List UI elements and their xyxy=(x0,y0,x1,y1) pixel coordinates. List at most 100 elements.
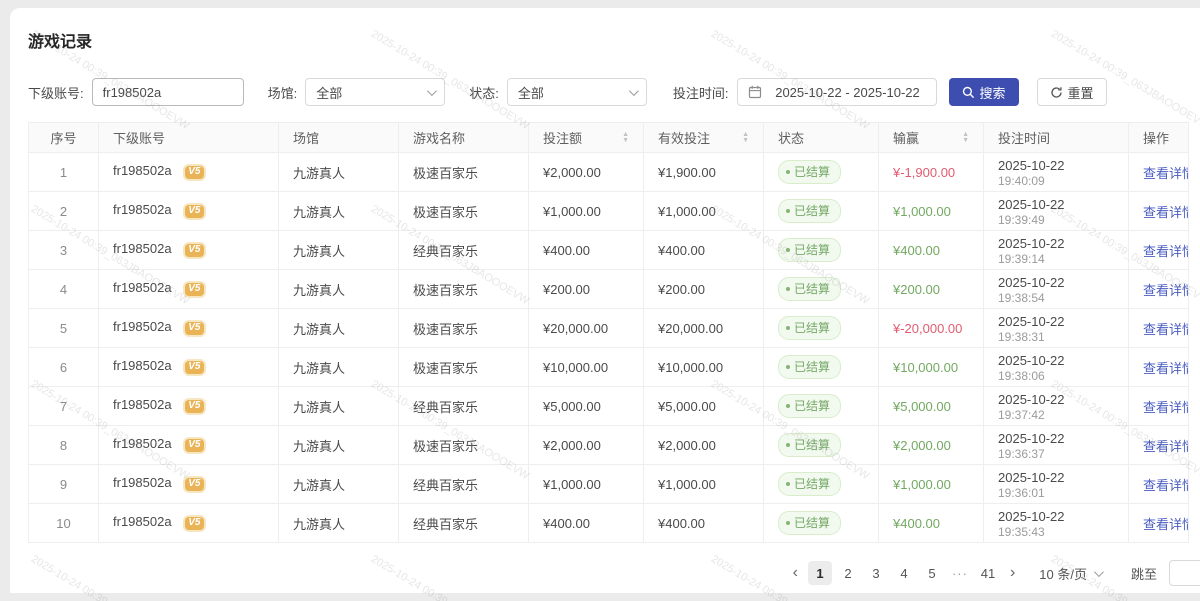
status-badge: 已结算 xyxy=(778,355,841,379)
row-index: 2 xyxy=(29,192,99,231)
vip-badge: V5 xyxy=(183,281,206,298)
row-index: 7 xyxy=(29,387,99,426)
view-details-link[interactable]: 查看详情 xyxy=(1143,517,1189,532)
status-cell: 已结算 xyxy=(764,465,879,504)
page-button[interactable]: 2 xyxy=(836,561,860,585)
search-icon xyxy=(962,86,975,99)
page-button[interactable]: 3 xyxy=(864,561,888,585)
view-details-link[interactable]: 查看详情 xyxy=(1143,166,1189,181)
status-dot-icon xyxy=(786,170,790,174)
view-details-link[interactable]: 查看详情 xyxy=(1143,283,1189,298)
status-badge: 已结算 xyxy=(778,472,841,496)
action-cell: 查看详情 xyxy=(1129,231,1189,270)
bet-time-cell: 2025-10-22 19:38:54 xyxy=(984,270,1129,309)
date-range-picker[interactable]: 2025-10-22 - 2025-10-22 xyxy=(737,78,937,106)
winloss-value: ¥1,000.00 xyxy=(893,477,951,492)
status-label: 已结算 xyxy=(794,241,830,258)
header-account: 下级账号 xyxy=(99,123,279,153)
bet-time-cell: 2025-10-22 19:40:09 xyxy=(984,153,1129,192)
game-name-cell: 经典百家乐 xyxy=(399,504,529,543)
sort-icon[interactable]: ▲▼ xyxy=(622,132,629,144)
header-game-name: 游戏名称 xyxy=(399,123,529,153)
row-index: 3 xyxy=(29,231,99,270)
row-index: 6 xyxy=(29,348,99,387)
page-size-select[interactable]: 10 条/页 xyxy=(1039,564,1101,583)
page-button[interactable]: 5 xyxy=(920,561,944,585)
bet-time-cell: 2025-10-22 19:38:31 xyxy=(984,309,1129,348)
game-name-cell: 经典百家乐 xyxy=(399,231,529,270)
account-cell: fr198502a V5 xyxy=(99,270,279,309)
account-name: fr198502a xyxy=(113,163,172,178)
view-details-link[interactable]: 查看详情 xyxy=(1143,244,1189,259)
status-dot-icon xyxy=(786,248,790,252)
venue-cell: 九游真人 xyxy=(279,231,399,270)
view-details-link[interactable]: 查看详情 xyxy=(1143,322,1189,337)
table-row: 10 fr198502a V5 九游真人 经典百家乐 ¥400.00 ¥400.… xyxy=(29,504,1189,543)
valid-bet-cell: ¥1,000.00 xyxy=(644,192,764,231)
account-name: fr198502a xyxy=(113,475,172,490)
bet-time: 19:38:31 xyxy=(998,330,1114,344)
account-name: fr198502a xyxy=(113,514,172,529)
account-input[interactable] xyxy=(92,78,244,106)
valid-bet-cell: ¥400.00 xyxy=(644,504,764,543)
reset-button[interactable]: 重置 xyxy=(1037,78,1107,106)
status-label: 已结算 xyxy=(794,358,830,375)
filter-bar: 下级账号: 场馆: 全部 状态: 全部 投注时间: 2025-10-22 - 2… xyxy=(28,78,1190,106)
account-name: fr198502a xyxy=(113,358,172,373)
page-button[interactable]: 4 xyxy=(892,561,916,585)
table-row: 5 fr198502a V5 九游真人 极速百家乐 ¥20,000.00 ¥20… xyxy=(29,309,1189,348)
status-badge: 已结算 xyxy=(778,316,841,340)
bet-amount-cell: ¥1,000.00 xyxy=(529,192,644,231)
page-list: 12345···41 xyxy=(806,561,1002,585)
status-badge: 已结算 xyxy=(778,238,841,262)
sort-icon[interactable]: ▲▼ xyxy=(742,132,749,144)
status-select[interactable]: 全部 xyxy=(507,78,647,106)
records-table: 序号 下级账号 场馆 游戏名称 投注额 ▲▼ 有效投注 ▲▼ 状态 xyxy=(28,122,1189,543)
sort-icon[interactable]: ▲▼ xyxy=(962,132,969,144)
bet-date: 2025-10-22 xyxy=(998,158,1114,174)
status-label: 已结算 xyxy=(794,202,830,219)
view-details-link[interactable]: 查看详情 xyxy=(1143,205,1189,220)
status-dot-icon xyxy=(786,326,790,330)
winloss-cell: ¥1,000.00 xyxy=(879,192,984,231)
winloss-value: ¥2,000.00 xyxy=(893,438,951,453)
table-row: 1 fr198502a V5 九游真人 极速百家乐 ¥2,000.00 ¥1,9… xyxy=(29,153,1189,192)
valid-bet-cell: ¥1,000.00 xyxy=(644,465,764,504)
bet-date: 2025-10-22 xyxy=(998,236,1114,252)
reset-button-label: 重置 xyxy=(1068,83,1094,102)
bet-amount-cell: ¥2,000.00 xyxy=(529,153,644,192)
vip-badge: V5 xyxy=(183,476,206,493)
status-dot-icon xyxy=(786,482,790,486)
venue-select[interactable]: 全部 xyxy=(305,78,445,106)
jump-to-input[interactable] xyxy=(1169,560,1200,586)
page-button[interactable]: 41 xyxy=(976,561,1000,585)
action-cell: 查看详情 xyxy=(1129,504,1189,543)
view-details-link[interactable]: 查看详情 xyxy=(1143,478,1189,493)
page-size-value: 10 条/页 xyxy=(1039,564,1087,583)
status-cell: 已结算 xyxy=(764,426,879,465)
table-row: 7 fr198502a V5 九游真人 经典百家乐 ¥5,000.00 ¥5,0… xyxy=(29,387,1189,426)
search-button[interactable]: 搜索 xyxy=(949,78,1019,106)
bet-time: 19:38:06 xyxy=(998,369,1114,383)
winloss-cell: ¥-1,900.00 xyxy=(879,153,984,192)
game-name-cell: 极速百家乐 xyxy=(399,153,529,192)
view-details-link[interactable]: 查看详情 xyxy=(1143,361,1189,376)
next-page-button[interactable]: › xyxy=(1004,564,1021,582)
view-details-link[interactable]: 查看详情 xyxy=(1143,439,1189,454)
account-name: fr198502a xyxy=(113,202,172,217)
status-label: 状态: xyxy=(469,83,499,102)
action-cell: 查看详情 xyxy=(1129,270,1189,309)
row-index: 4 xyxy=(29,270,99,309)
status-select-value: 全部 xyxy=(518,83,544,102)
venue-cell: 九游真人 xyxy=(279,504,399,543)
prev-page-button[interactable]: ‹ xyxy=(787,564,804,582)
page-button[interactable]: 1 xyxy=(808,561,832,585)
winloss-cell: ¥400.00 xyxy=(879,504,984,543)
bet-time-label: 投注时间: xyxy=(673,83,729,102)
status-label: 已结算 xyxy=(794,397,830,414)
account-label: 下级账号: xyxy=(28,83,84,102)
bet-amount-cell: ¥20,000.00 xyxy=(529,309,644,348)
valid-bet-cell: ¥10,000.00 xyxy=(644,348,764,387)
account-name: fr198502a xyxy=(113,397,172,412)
view-details-link[interactable]: 查看详情 xyxy=(1143,400,1189,415)
